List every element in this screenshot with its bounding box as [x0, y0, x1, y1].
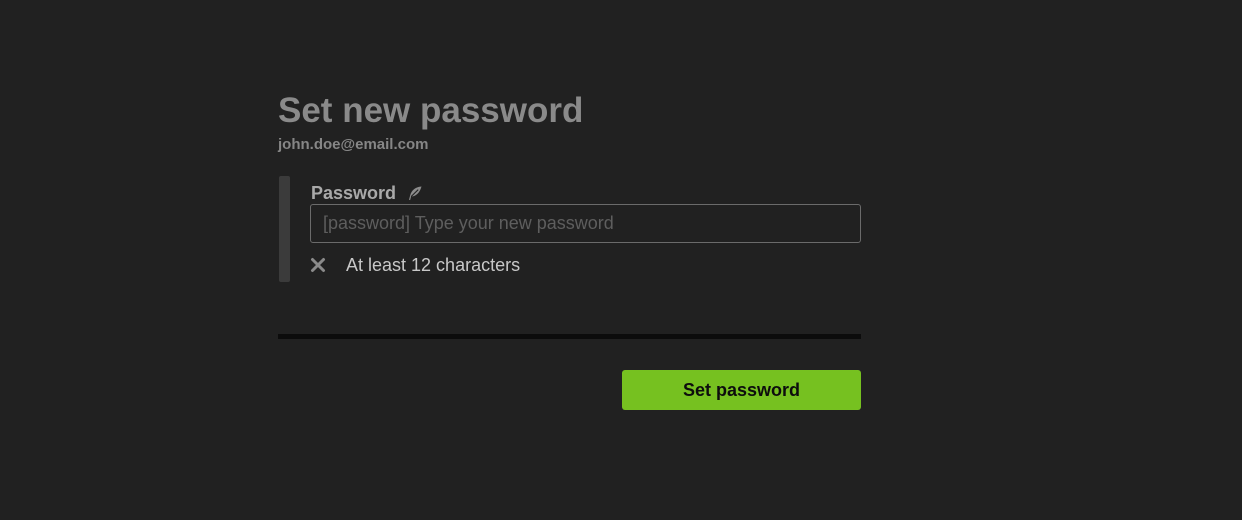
account-email: john.doe@email.com — [278, 136, 429, 153]
x-icon — [310, 257, 326, 273]
requirement-text: At least 12 characters — [346, 255, 521, 275]
set-password-form: Set new password john.doe@email.com Pass… — [278, 90, 861, 410]
password-field-group: Password At least 12 characters — [278, 176, 861, 282]
field-accent-bar — [279, 176, 290, 282]
set-password-button[interactable]: Set password — [622, 370, 861, 410]
password-input[interactable] — [310, 204, 861, 243]
page-title: Set new password — [278, 91, 584, 130]
section-divider — [278, 334, 861, 339]
page: Set new password john.doe@email.com Pass… — [0, 0, 1242, 520]
requirement-item: At least 12 characters — [310, 254, 520, 276]
password-label: Password — [311, 183, 397, 203]
feather-icon — [406, 184, 424, 202]
password-label-row: Password — [311, 182, 424, 204]
